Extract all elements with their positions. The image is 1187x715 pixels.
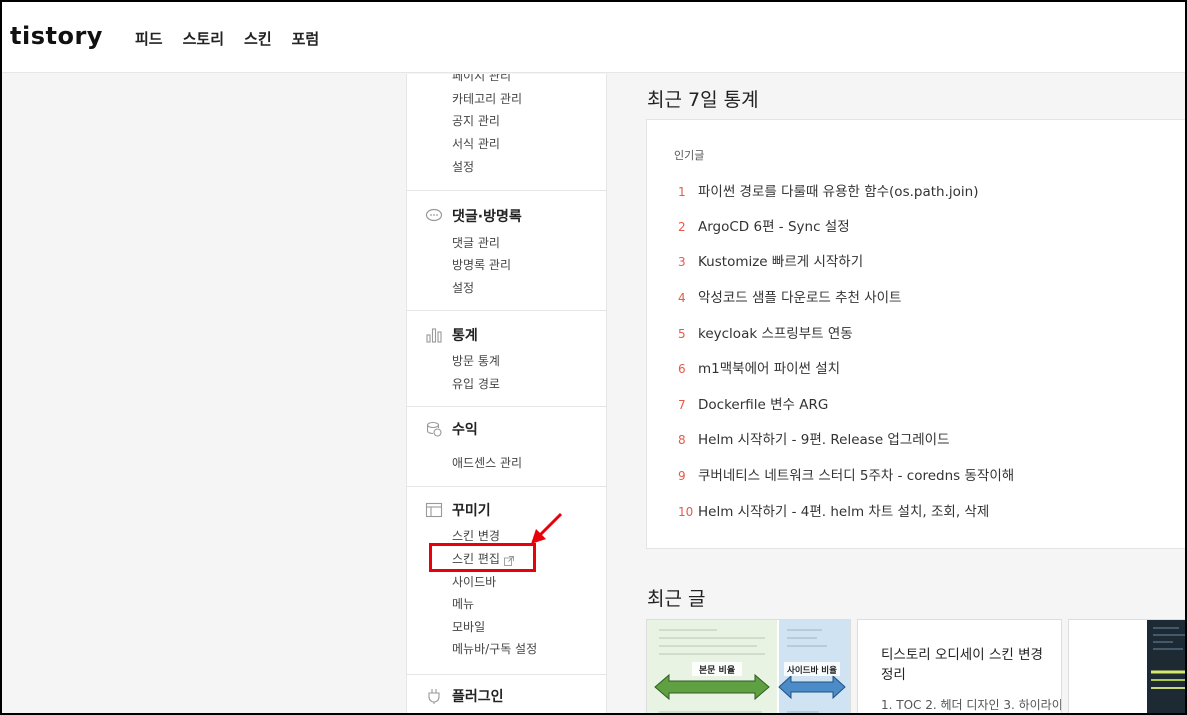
section-stats: 통계 방문 통계 유입 경로 <box>407 310 606 406</box>
sidebar-item-referrer[interactable]: 유입 경로 <box>452 375 500 392</box>
thumbnail-label-sidebar: 사이드바 비율 <box>787 665 837 676</box>
rank-number: 3 <box>678 255 686 269</box>
recent-post-card[interactable]: 티스토리 오디세이 스킨 변경 정리 1. TOC 2. 헤더 디자인 3. 하… <box>857 619 1062 713</box>
stats-heading: 최근 7일 통계 <box>647 89 759 111</box>
nav-story[interactable]: 스토리 <box>183 28 224 49</box>
comment-icon <box>425 207 443 225</box>
rank-number: 10 <box>678 505 694 519</box>
section-customize: 꾸미기 스킨 변경 스킨 편집 사이드바 메뉴 모바일 메뉴바/구독 설정 <box>407 486 606 674</box>
rank-number: 7 <box>678 398 686 412</box>
popular-title[interactable]: Helm 시작하기 - 9편. Release 업그레이드 <box>698 432 950 448</box>
sidebar-item-templates[interactable]: 서식 관리 <box>452 135 500 152</box>
rank-number: 6 <box>678 362 686 376</box>
sidebar-item-adsense[interactable]: 애드센스 관리 <box>452 454 522 471</box>
sidebar-item-menu[interactable]: 메뉴 <box>452 595 474 612</box>
popular-row[interactable]: 5 keycloak 스프링부트 연동 <box>678 322 853 342</box>
popular-title[interactable]: Dockerfile 변수 ARG <box>698 397 828 413</box>
tistory-logo[interactable]: tistory <box>10 22 103 50</box>
chart-icon <box>425 326 443 344</box>
sidebar-item-guestbook-manage[interactable]: 방명록 관리 <box>452 256 511 273</box>
sidebar-item-content-settings[interactable]: 설정 <box>452 158 474 175</box>
rank-number: 5 <box>678 327 686 341</box>
popular-title[interactable]: Kustomize 빠르게 시작하기 <box>698 254 863 270</box>
section-revenue-header[interactable]: 수익 <box>425 419 478 439</box>
section-customize-header[interactable]: 꾸미기 <box>425 500 491 520</box>
recent-post-excerpt: 1. TOC 2. 헤더 디자인 3. 하이라이 <box>881 698 1062 712</box>
rank-number: 1 <box>678 185 686 199</box>
section-stats-title: 통계 <box>452 328 478 344</box>
section-customize-title: 꾸미기 <box>452 503 491 519</box>
plug-icon <box>425 687 443 705</box>
section-revenue-title: 수익 <box>452 422 478 438</box>
popular-title[interactable]: 파이썬 경로를 다룰때 유용한 함수(os.path.join) <box>698 184 978 200</box>
post-thumbnail-image <box>1069 620 1185 713</box>
popular-row[interactable]: 8 Helm 시작하기 - 9편. Release 업그레이드 <box>678 428 950 448</box>
popular-row[interactable]: 9 쿠버네티스 네트워크 스터디 5주차 - coredns 동작이해 <box>678 464 1014 484</box>
sidebar-item-pages[interactable]: 페이지 관리 <box>452 74 511 84</box>
post-thumbnail-image: 본문 비율 사이드바 비율 <box>647 620 850 713</box>
sidebar-item-sidebar[interactable]: 사이드바 <box>452 573 496 590</box>
window-frame: tistory 피드 스토리 스킨 포럼 페이지 관리 카테고리 관리 공지 관… <box>0 0 1187 715</box>
top-nav: 피드 스토리 스킨 포럼 <box>135 28 319 49</box>
admin-sidebar: 페이지 관리 카테고리 관리 공지 관리 서식 관리 설정 댓글·방명록 댓글 … <box>406 74 607 713</box>
popular-row[interactable]: 1 파이썬 경로를 다룰때 유용한 함수(os.path.join) <box>678 180 978 200</box>
rank-number: 4 <box>678 291 686 305</box>
popular-row[interactable]: 7 Dockerfile 변수 ARG <box>678 393 828 413</box>
highlight-box <box>429 543 536 572</box>
section-comments: 댓글·방명록 댓글 관리 방명록 관리 설정 <box>407 190 606 310</box>
popular-row[interactable]: 4 악성코드 샘플 다운로드 추천 사이트 <box>678 286 901 306</box>
rank-number: 9 <box>678 469 686 483</box>
nav-forum[interactable]: 포럼 <box>292 28 320 49</box>
sidebar-item-skin-change[interactable]: 스킨 변경 <box>452 527 500 544</box>
popular-row[interactable]: 10 Helm 시작하기 - 4편. helm 차트 설치, 조회, 삭제 <box>678 500 989 520</box>
sidebar-item-comment-manage[interactable]: 댓글 관리 <box>452 234 500 251</box>
section-plugin-header[interactable]: 플러그인 <box>425 686 504 706</box>
section-plugin: 플러그인 <box>407 674 606 713</box>
section-comments-title: 댓글·방명록 <box>452 209 522 225</box>
popular-row[interactable]: 6 m1맥북에어 파이썬 설치 <box>678 357 840 377</box>
sidebar-item-mobile[interactable]: 모바일 <box>452 618 485 635</box>
recent-heading: 최근 글 <box>647 588 706 610</box>
popular-posts-card: 인기글 1 파이썬 경로를 다룰때 유용한 함수(os.path.join) 2A… <box>646 119 1185 549</box>
popular-title[interactable]: keycloak 스프링부트 연동 <box>698 326 853 342</box>
section-revenue: 수익 애드센스 관리 <box>407 406 606 486</box>
section-plugin-title: 플러그인 <box>452 689 504 705</box>
popular-label: 인기글 <box>674 149 705 162</box>
main-content: 최근 7일 통계 인기글 1 파이썬 경로를 다룰때 유용한 함수(os.path… <box>608 74 1185 713</box>
popular-title[interactable]: Helm 시작하기 - 4편. helm 차트 설치, 조회, 삭제 <box>698 504 989 520</box>
popular-title[interactable]: ArgoCD 6편 - Sync 설정 <box>698 219 850 235</box>
sidebar-item-visit-stats[interactable]: 방문 통계 <box>452 352 500 369</box>
layout-icon <box>425 501 443 519</box>
section-comments-header[interactable]: 댓글·방명록 <box>425 206 522 226</box>
top-header: tistory 피드 스토리 스킨 포럼 <box>2 2 1185 73</box>
nav-skin[interactable]: 스킨 <box>244 28 272 49</box>
recent-post-title[interactable]: 티스토리 오디세이 스킨 변경 정리 <box>881 645 1046 685</box>
popular-title[interactable]: 쿠버네티스 네트워크 스터디 5주차 - coredns 동작이해 <box>698 468 1014 484</box>
popular-title[interactable]: 악성코드 샘플 다운로드 추천 사이트 <box>698 290 901 306</box>
sidebar-item-menubar-subscribe[interactable]: 메뉴바/구독 설정 <box>452 640 537 657</box>
section-stats-header[interactable]: 통계 <box>425 325 478 345</box>
recent-post-card[interactable] <box>1068 619 1185 713</box>
sidebar-item-notices[interactable]: 공지 관리 <box>452 112 500 129</box>
popular-row[interactable]: 3 Kustomize 빠르게 시작하기 <box>678 250 863 270</box>
coins-icon <box>425 420 443 438</box>
sidebar-item-categories[interactable]: 카테고리 관리 <box>452 90 522 107</box>
rank-number: 8 <box>678 433 686 447</box>
nav-feed[interactable]: 피드 <box>135 28 163 49</box>
recent-post-card[interactable]: 본문 비율 사이드바 비율 <box>646 619 851 713</box>
popular-title[interactable]: m1맥북에어 파이썬 설치 <box>698 361 840 377</box>
annotation-arrow-icon <box>531 512 563 544</box>
sidebar-item-comment-settings[interactable]: 설정 <box>452 279 474 296</box>
thumbnail-label-body: 본문 비율 <box>699 664 735 676</box>
rank-number: 2 <box>678 220 686 234</box>
left-background <box>2 74 406 713</box>
popular-row[interactable]: 2 ArgoCD 6편 - Sync 설정 <box>678 215 850 235</box>
